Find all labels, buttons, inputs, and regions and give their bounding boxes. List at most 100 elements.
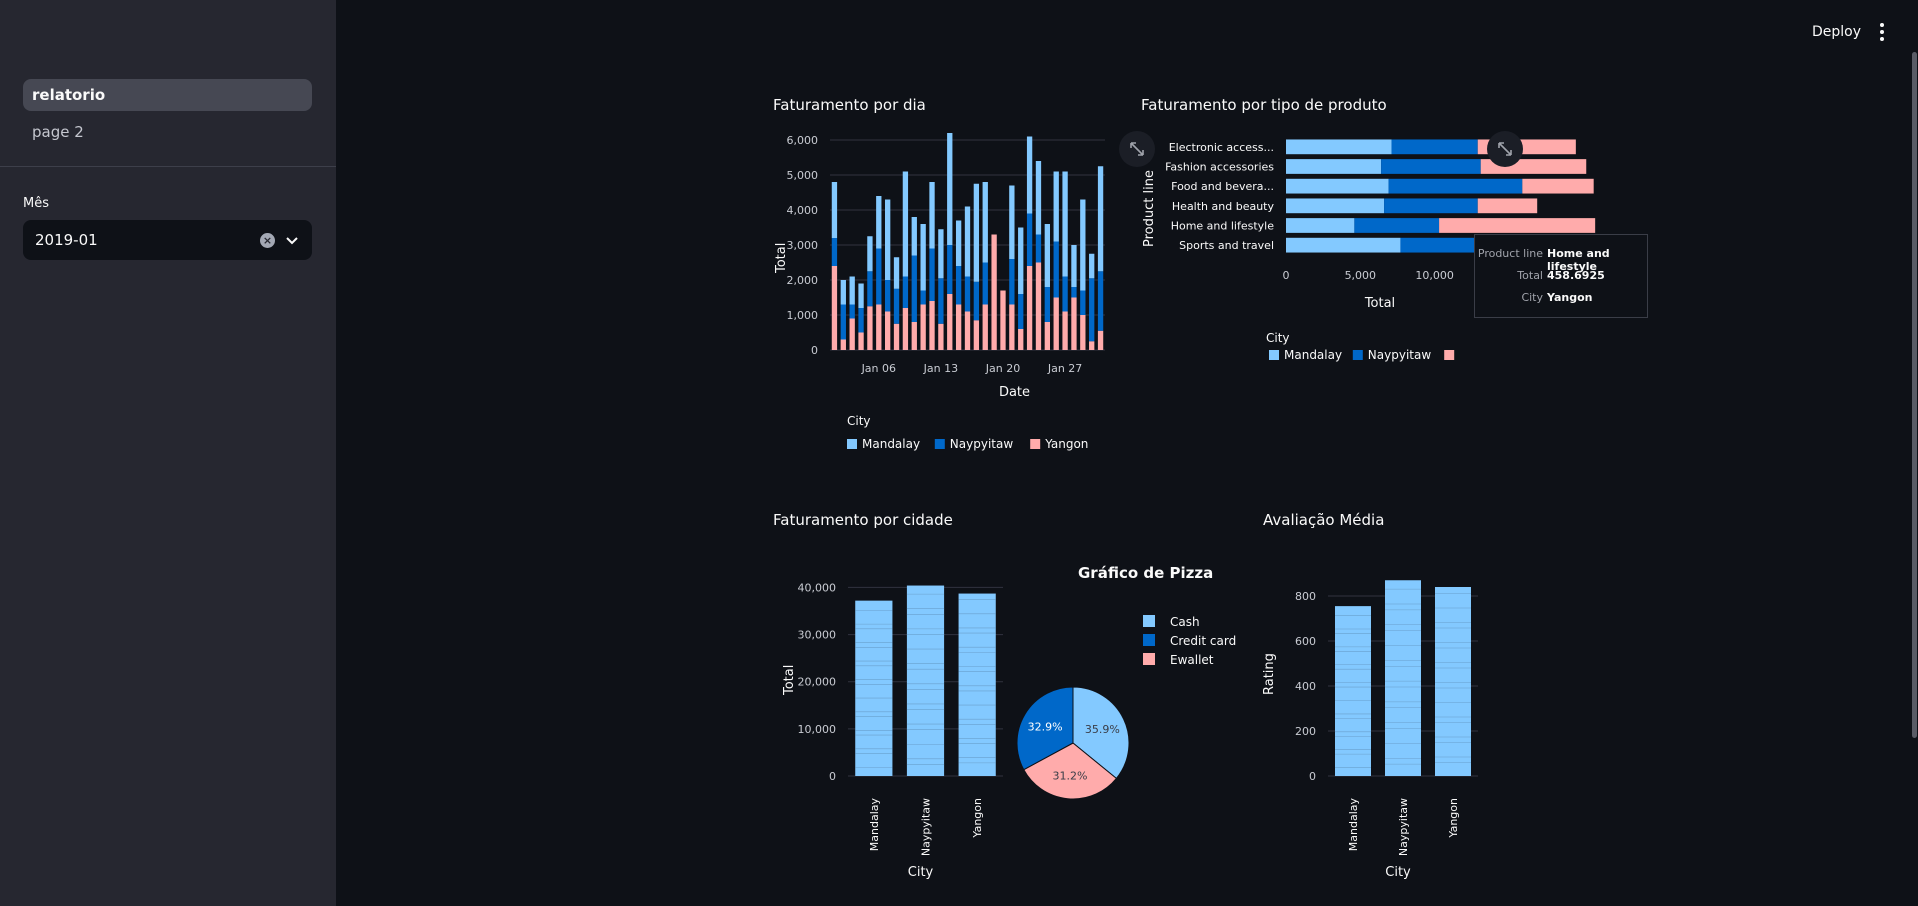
bar-segment bbox=[858, 308, 864, 333]
legend-title: City bbox=[1266, 331, 1290, 345]
bar-segment bbox=[1286, 178, 1389, 194]
bar-segment bbox=[858, 283, 864, 308]
bar-segment bbox=[867, 236, 873, 272]
product-revenue-title: Faturamento por tipo de produto bbox=[1141, 96, 1387, 114]
x-tick-label: Jan 20 bbox=[985, 362, 1020, 375]
category-label: Health and beauty bbox=[1172, 200, 1275, 213]
bar-segment bbox=[982, 262, 988, 305]
nav-item-page-2[interactable]: page 2 bbox=[23, 116, 312, 148]
bar-segment bbox=[1062, 276, 1068, 312]
kebab-menu-icon[interactable] bbox=[1876, 22, 1888, 42]
tooltip-key: City bbox=[1521, 291, 1543, 304]
rating-chart[interactable]: 0 200 400 600 800 Mandalay Naypyitaw Yangon City… bbox=[1260, 560, 1480, 890]
expand-icon bbox=[1498, 142, 1512, 156]
bar-segment bbox=[1044, 224, 1050, 287]
bar-segment bbox=[1071, 287, 1077, 298]
bar-segment bbox=[1097, 271, 1104, 331]
bar-segment bbox=[1477, 198, 1538, 214]
bar-segment bbox=[947, 294, 953, 350]
legend-swatch bbox=[1030, 439, 1041, 449]
bar-segment bbox=[964, 276, 971, 312]
bar-segment bbox=[1384, 198, 1478, 214]
x-axis-label: City bbox=[1385, 865, 1411, 880]
bar-segment bbox=[902, 171, 909, 277]
expand-chart-button[interactable] bbox=[1119, 131, 1155, 167]
bar-segment bbox=[911, 217, 917, 256]
bar-segment bbox=[902, 308, 909, 350]
category-label: Food and bevera... bbox=[1171, 180, 1274, 193]
legend-label: Cash bbox=[1170, 615, 1200, 629]
legend-swatch bbox=[847, 439, 857, 449]
bar-segment bbox=[831, 238, 838, 266]
bar-segment bbox=[1018, 227, 1024, 294]
y-tick-label: 30,000 bbox=[798, 629, 837, 642]
expand-chart-button[interactable] bbox=[1487, 131, 1523, 167]
bar-segment bbox=[1439, 218, 1596, 233]
bar-segment bbox=[982, 304, 988, 350]
daily-revenue-title: Faturamento por dia bbox=[773, 96, 926, 114]
y-tick-label: 2,000 bbox=[787, 274, 819, 287]
x-tick-label: Jan 13 bbox=[923, 362, 958, 375]
daily-revenue-chart[interactable]: 0 1,000 2,000 3,000 4,000 5,000 6,000 Jan 06 Jan… bbox=[760, 120, 1120, 470]
y-tick-label: 5,000 bbox=[787, 169, 819, 182]
bar-segment bbox=[929, 182, 935, 249]
bar-segment bbox=[1026, 266, 1033, 350]
bar-segment bbox=[1354, 218, 1440, 233]
nav-item-relatorio[interactable]: relatorio bbox=[23, 79, 312, 111]
bar-segment bbox=[1089, 341, 1095, 350]
y-axis-label: Rating bbox=[1262, 653, 1277, 695]
chevron-down-icon[interactable] bbox=[284, 232, 300, 248]
y-tick-label: 3,000 bbox=[787, 239, 819, 252]
bar-segment bbox=[1062, 311, 1068, 350]
legend-title: City bbox=[847, 414, 871, 428]
bar-segment bbox=[955, 304, 962, 350]
bar-segment bbox=[955, 266, 962, 305]
x-tick-label: Naypyitaw bbox=[1397, 798, 1410, 856]
legend-swatch bbox=[1269, 350, 1279, 360]
bar bbox=[958, 593, 996, 776]
month-select[interactable]: 2019-01 × bbox=[23, 220, 312, 260]
bar-segment bbox=[1026, 213, 1033, 266]
bar-segment bbox=[858, 332, 864, 350]
bar-segment bbox=[1035, 234, 1042, 263]
bar-segment bbox=[929, 301, 935, 350]
month-select-value: 2019-01 bbox=[35, 231, 98, 249]
x-tick-label: 0 bbox=[1283, 269, 1290, 282]
bar-segment bbox=[938, 229, 944, 279]
bar-segment bbox=[867, 306, 873, 350]
tooltip-value: Yangon bbox=[1547, 291, 1593, 304]
bar-segment bbox=[1089, 278, 1095, 342]
y-tick-label: 200 bbox=[1295, 725, 1316, 738]
bar-segment bbox=[1080, 290, 1086, 315]
rating-title: Avaliação Média bbox=[1263, 511, 1385, 529]
deploy-button[interactable]: Deploy bbox=[1812, 24, 1861, 40]
bar-segment bbox=[1009, 304, 1015, 350]
bar-segment bbox=[831, 182, 838, 238]
sidebar: relatorio page 2 Mês 2019-01 × bbox=[0, 0, 336, 906]
bar-segment bbox=[1388, 178, 1523, 194]
bar-segment bbox=[1286, 139, 1392, 155]
chart-tooltip: Product line Home and lifestyle Total 458.… bbox=[1474, 234, 1648, 318]
bar bbox=[1335, 606, 1371, 776]
y-tick-label: 0 bbox=[1309, 770, 1316, 783]
scrollbar[interactable] bbox=[1912, 52, 1917, 738]
tooltip-value: 458.6925 bbox=[1547, 269, 1605, 282]
bar-segment bbox=[1000, 290, 1006, 350]
bar-segment bbox=[1080, 315, 1086, 350]
bar-segment bbox=[1044, 322, 1050, 350]
tooltip-key: Total bbox=[1517, 269, 1543, 282]
y-tick-label: 600 bbox=[1295, 635, 1316, 648]
x-tick-label: 5,000 bbox=[1345, 269, 1377, 282]
product-revenue-chart[interactable]: Electronic access... Fashion accessories F… bbox=[1138, 120, 1627, 370]
bar-segment bbox=[911, 322, 917, 350]
bar-segment bbox=[893, 323, 900, 350]
bar bbox=[1435, 587, 1471, 776]
bar-segment bbox=[955, 220, 962, 266]
city-revenue-chart[interactable]: 0 10,000 20,000 30,000 40,000 Mandalay Naypyit… bbox=[770, 560, 1003, 890]
bar-segment bbox=[964, 311, 971, 350]
bar-segment bbox=[1018, 294, 1024, 329]
y-tick-label: 400 bbox=[1295, 680, 1316, 693]
y-tick-label: 10,000 bbox=[798, 723, 837, 736]
clear-circle-icon[interactable]: × bbox=[260, 233, 275, 248]
pie-chart[interactable]: Gráfico de Pizza 35.9% 31.2% 32.9% Cash Credi… bbox=[1000, 540, 1260, 810]
